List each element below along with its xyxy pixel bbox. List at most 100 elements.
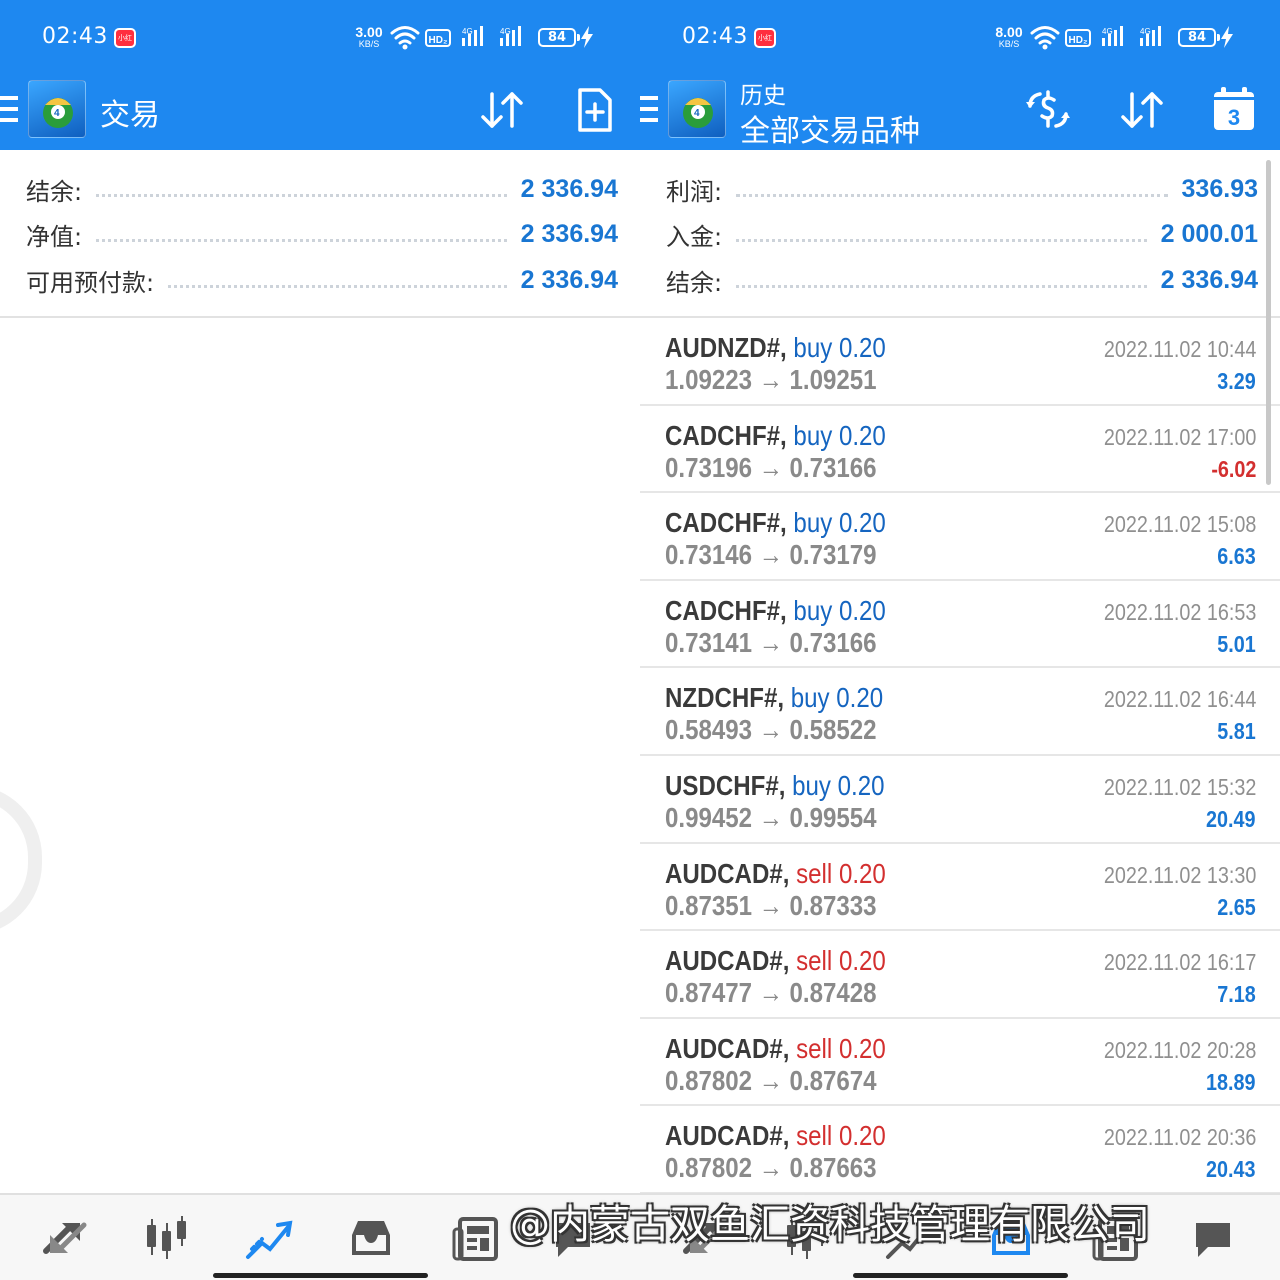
- balance-value: 2 336.94: [1160, 265, 1258, 294]
- chat-icon[interactable]: [1188, 1213, 1238, 1263]
- deal-symbol: CADCHF#, buy 0.20: [665, 594, 886, 626]
- deal-row[interactable]: USDCHF#, buy 0.20 0.99452 → 0.99554 2022.1…: [640, 756, 1280, 844]
- network-speed: 3.00 KB/S: [355, 24, 383, 49]
- deal-profit: 7.18: [1217, 981, 1256, 1008]
- equity-row: 净值: 2 336.94: [26, 219, 618, 251]
- deal-profit: 6.63: [1217, 543, 1256, 570]
- deal-list: AUDNZD#, buy 0.20 1.09223 → 1.09251 2022.1…: [640, 318, 1280, 1194]
- deal-row[interactable]: AUDCAD#, sell 0.20 0.87477 → 0.87428 2022.…: [640, 931, 1280, 1019]
- deal-time: 2022.11.02 10:44: [1103, 336, 1256, 362]
- home-indicator: [853, 1273, 1068, 1278]
- profit-value: 336.93: [1181, 174, 1258, 203]
- deal-side: sell 0.20: [796, 857, 886, 889]
- deal-row[interactable]: AUDCAD#, sell 0.20 0.87802 → 0.87674 2022.…: [640, 1019, 1280, 1107]
- svg-text:4: 4: [694, 108, 700, 119]
- deal-row[interactable]: AUDCAD#, sell 0.20 0.87351 → 0.87333 2022.…: [640, 844, 1280, 932]
- metatrader-logo: 4: [28, 80, 86, 138]
- deal-prices: 0.99452 → 0.99554: [665, 801, 877, 833]
- deal-time: 2022.11.02 13:30: [1103, 861, 1256, 888]
- trade-screen: 02:43 小红书 3.00 KB/S HD₂ 4G 4G 84: [0, 0, 640, 1280]
- page-title: 交易: [100, 98, 160, 133]
- battery-indicator: 84: [1178, 28, 1220, 47]
- equity-value: 2 336.94: [520, 219, 618, 248]
- scrollbar[interactable]: [1266, 160, 1271, 485]
- deposit-value: 2 000.01: [1160, 219, 1258, 248]
- signal-icons: HD₂ 4G 4G: [1030, 26, 1161, 50]
- app-header: 02:43 小红书 3.00 KB/S HD₂ 4G 4G 84: [0, 0, 640, 150]
- status-bar: 02:43 小红书 8.00 KB/S HD₂ 4G 4G 84: [640, 0, 1280, 76]
- network-speed: 8.00 KB/S: [995, 24, 1023, 49]
- deal-symbol: CADCHF#, buy 0.20: [665, 507, 886, 539]
- deal-row[interactable]: CADCHF#, buy 0.20 0.73141 → 0.73166 2022.1…: [640, 581, 1280, 669]
- symbol-filter[interactable]: 全部交易品种: [740, 106, 920, 150]
- status-bar: 02:43 小红书 3.00 KB/S HD₂ 4G 4G 84: [0, 0, 640, 76]
- calendar-day: 3: [1228, 105, 1240, 130]
- deal-row[interactable]: CADCHF#, buy 0.20 0.73146 → 0.73179 2022.1…: [640, 493, 1280, 581]
- deal-symbol: AUDCAD#, sell 0.20: [665, 1120, 886, 1152]
- news-icon[interactable]: [452, 1213, 502, 1263]
- deal-row[interactable]: AUDNZD#, buy 0.20 1.09223 → 1.09251 2022.1…: [640, 318, 1280, 406]
- history-summary: 利润: 336.93 入金: 2 000.01 结余: 2 336.94: [640, 150, 1280, 318]
- battery-indicator: 84: [538, 28, 580, 47]
- deal-symbol: AUDCAD#, sell 0.20: [665, 857, 886, 889]
- deal-side: buy 0.20: [790, 682, 884, 714]
- deal-time: 2022.11.02 17:00: [1103, 423, 1256, 450]
- free-margin-row: 可用预付款: 2 336.94: [26, 265, 618, 297]
- svg-text:4G: 4G: [500, 27, 511, 36]
- history-icon[interactable]: [346, 1213, 396, 1263]
- profit-row: 利润: 336.93: [666, 174, 1258, 206]
- deal-symbol: CADCHF#, buy 0.20: [665, 419, 886, 451]
- deal-side: sell 0.20: [796, 1120, 886, 1152]
- home-indicator: [213, 1273, 428, 1278]
- deal-symbol: USDCHF#, buy 0.20: [665, 769, 885, 801]
- deal-time: 2022.11.02 16:44: [1103, 686, 1256, 713]
- balance-value: 2 336.94: [520, 174, 618, 203]
- notification-badge: 小红书: [114, 28, 136, 48]
- deal-side: buy 0.20: [793, 419, 886, 451]
- svg-text:HD₂: HD₂: [429, 35, 448, 46]
- deal-row[interactable]: CADCHF#, buy 0.20 0.73196 → 0.73166 2022.1…: [640, 406, 1280, 494]
- signal-icons: HD₂ 4G 4G: [390, 26, 521, 50]
- deal-prices: 0.73141 → 0.73166: [665, 626, 877, 658]
- deal-side: buy 0.20: [792, 769, 885, 801]
- page-title: 历史: [740, 83, 786, 109]
- status-time: 02:43: [682, 24, 748, 49]
- deal-prices: 0.87802 → 0.87663: [665, 1152, 877, 1184]
- account-summary: 结余: 2 336.94 净值: 2 336.94 可用预付款: 2 336.9…: [0, 150, 640, 318]
- sort-icon[interactable]: [476, 84, 528, 136]
- deal-row[interactable]: NZDCHF#, buy 0.20 0.58493 → 0.58522 2022.1…: [640, 668, 1280, 756]
- balance-row: 结余: 2 336.94: [26, 174, 618, 206]
- deal-profit: 5.01: [1217, 630, 1256, 657]
- app-bar: 4 历史 全部交易品种 3: [640, 76, 1280, 150]
- charts-icon[interactable]: [142, 1213, 192, 1263]
- deal-row[interactable]: AUDCAD#, sell 0.20 0.87802 → 0.87663 2022.…: [640, 1106, 1280, 1194]
- deal-time: 2022.11.02 16:17: [1103, 949, 1256, 976]
- deposit-row: 入金: 2 000.01: [666, 219, 1258, 251]
- deal-time: 2022.11.02 20:28: [1103, 1036, 1256, 1063]
- deal-symbol: NZDCHF#, buy 0.20: [665, 682, 884, 714]
- charging-icon: [581, 26, 593, 48]
- quotes-icon[interactable]: [40, 1213, 90, 1263]
- deal-side: buy 0.20: [793, 507, 886, 539]
- watermark-text: @内蒙古双鱼汇资科技管理有限公司: [510, 1202, 1150, 1248]
- app-header: 02:43 小红书 8.00 KB/S HD₂ 4G 4G 84: [640, 0, 1280, 150]
- sort-icon[interactable]: [1116, 84, 1168, 136]
- currency-filter-icon[interactable]: [1022, 84, 1074, 136]
- menu-icon[interactable]: [640, 96, 658, 124]
- menu-icon[interactable]: [0, 96, 18, 124]
- deal-side: buy 0.20: [793, 332, 886, 363]
- trade-icon[interactable]: [244, 1213, 294, 1263]
- deal-time: 2022.11.02 15:32: [1103, 773, 1256, 800]
- svg-text:HD₂: HD₂: [1069, 35, 1088, 46]
- calendar-icon[interactable]: 3: [1208, 84, 1260, 136]
- charging-icon: [1221, 26, 1233, 48]
- deal-profit: 3.29: [1217, 368, 1256, 394]
- new-order-icon[interactable]: [568, 84, 620, 136]
- balance-row: 结余: 2 336.94: [666, 265, 1258, 297]
- deal-time: 2022.11.02 20:36: [1103, 1124, 1256, 1151]
- app-bar: 4 交易: [0, 76, 640, 150]
- deal-time: 2022.11.02 16:53: [1103, 598, 1256, 625]
- free-margin-value: 2 336.94: [520, 265, 618, 294]
- deal-prices: 1.09223 → 1.09251: [665, 364, 877, 395]
- deal-side: sell 0.20: [796, 945, 886, 977]
